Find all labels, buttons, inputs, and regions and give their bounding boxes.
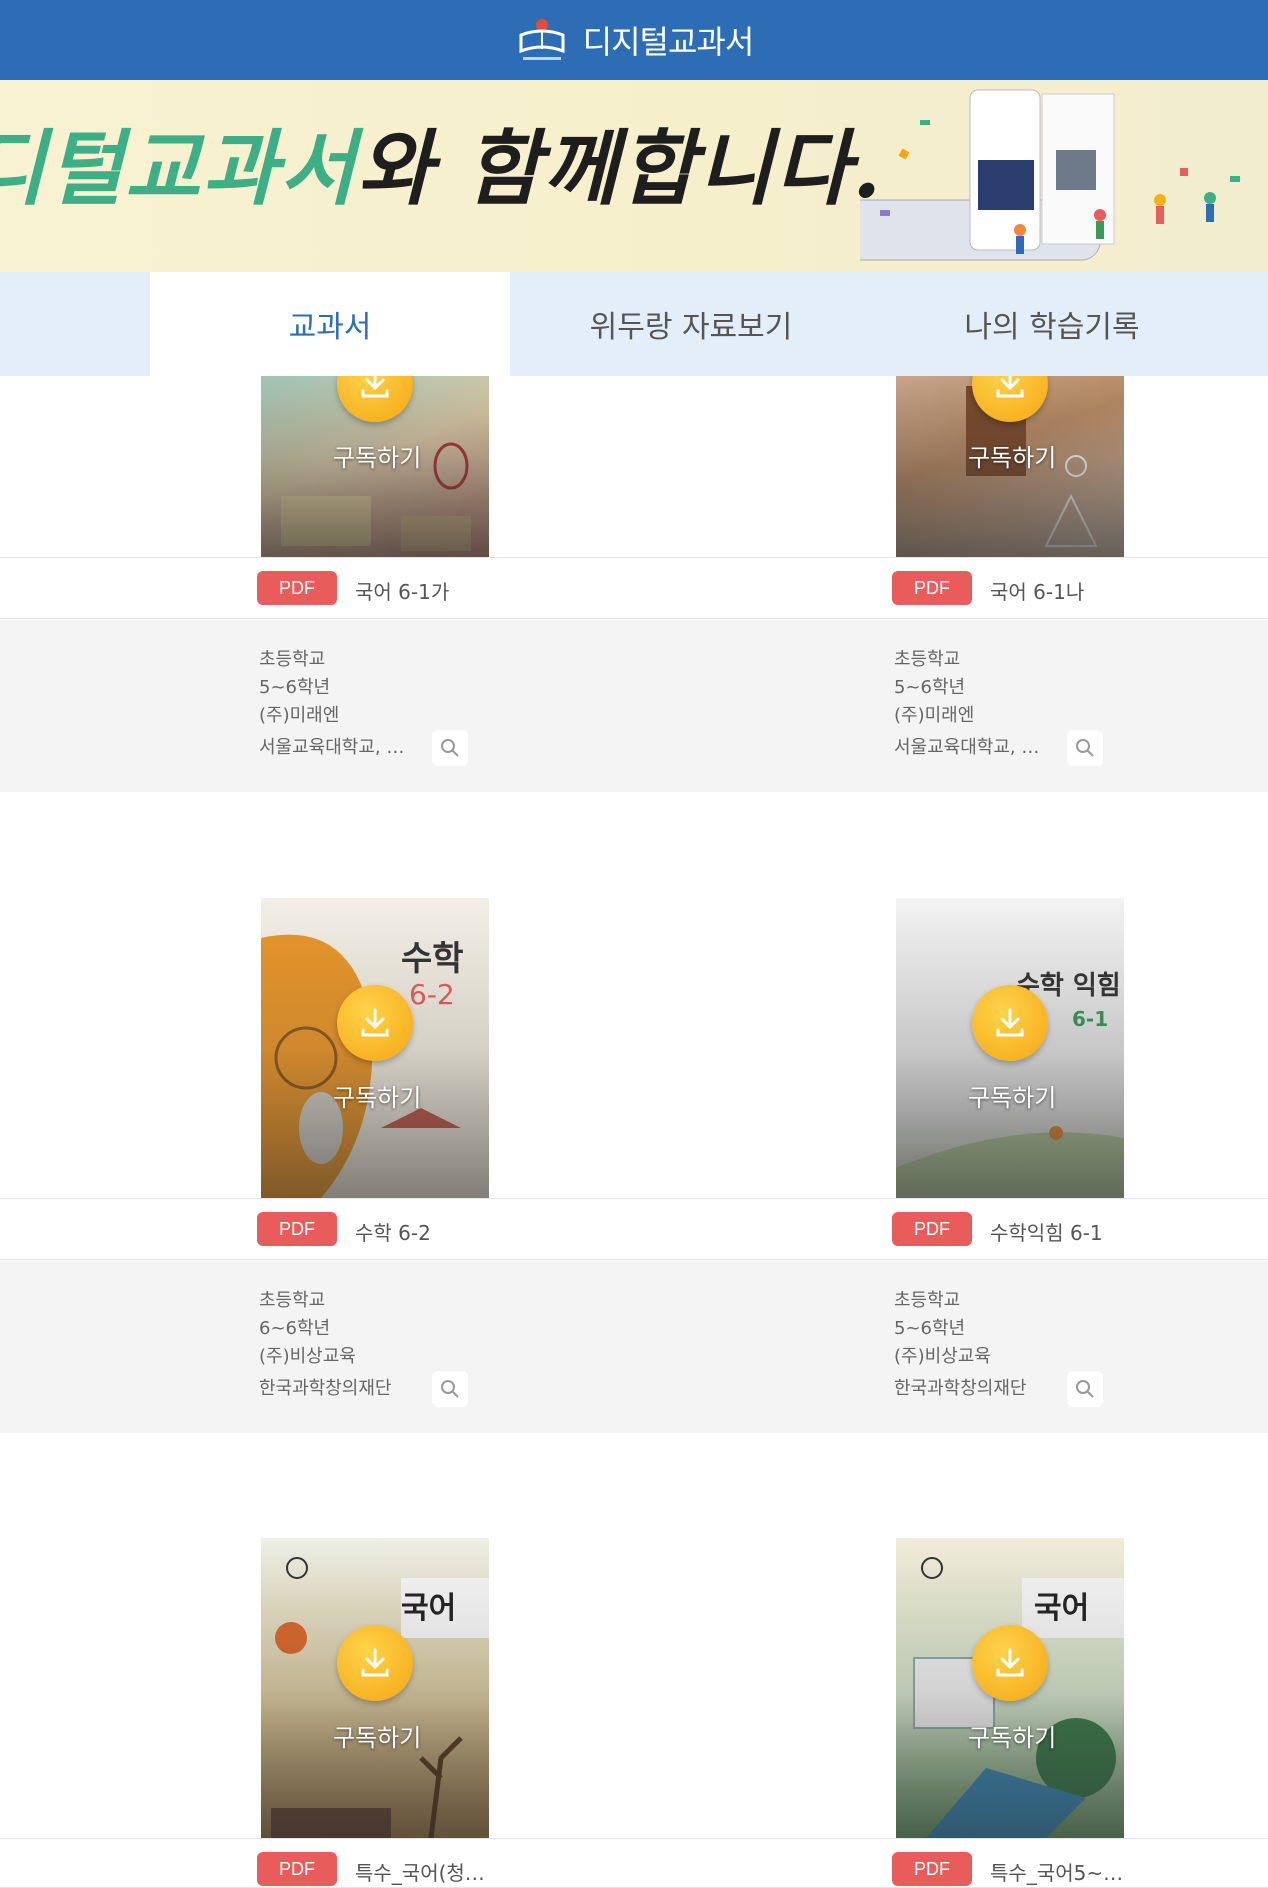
digital-textbook-logo-icon[interactable] — [515, 15, 569, 65]
download-button[interactable] — [972, 1625, 1048, 1701]
search-icon — [1076, 1380, 1094, 1398]
download-icon — [996, 376, 1024, 398]
pdf-badge: PDF — [257, 571, 337, 605]
main-tab-bar: 교과서 위두랑 자료보기 나의 학습기록 — [0, 272, 1268, 376]
book-cover[interactable]: 구독하기 — [896, 376, 1124, 557]
book-cover[interactable]: 구독하기 — [261, 376, 489, 557]
book-info-row — [0, 620, 1268, 792]
preview-search-button[interactable] — [1067, 1371, 1103, 1407]
book-cover[interactable]: 수학 익힘 6-1 구독하기 — [896, 898, 1124, 1198]
book-title[interactable]: 수학 6-2 — [355, 1217, 431, 1246]
pdf-badge: PDF — [257, 1852, 337, 1886]
app-title: 디지털교과서 — [582, 23, 755, 61]
download-icon — [361, 1008, 389, 1037]
subscribe-label[interactable]: 구독하기 — [968, 1718, 1056, 1753]
book-meta: 초등학교 5~6학년 (주)비상교육 한국과학창의재단 — [894, 1290, 1027, 1399]
search-icon — [441, 739, 459, 757]
subscribe-label[interactable]: 구독하기 — [333, 1078, 421, 1113]
book-title[interactable]: 특수_국어(청… — [355, 1857, 485, 1886]
top-header-bar: 디지털교과서 — [0, 0, 1268, 80]
pdf-badge: PDF — [257, 1212, 337, 1246]
subscribe-label[interactable]: 구독하기 — [968, 438, 1056, 473]
book-meta: 초등학교 6~6학년 (주)비상교육 한국과학창의재단 — [259, 1290, 392, 1399]
pdf-badge: PDF — [892, 1852, 972, 1886]
subscribe-label[interactable]: 구독하기 — [968, 1078, 1056, 1113]
download-icon — [361, 1648, 389, 1677]
subscribe-label[interactable]: 구독하기 — [333, 438, 421, 473]
pdf-badge: PDF — [892, 1212, 972, 1246]
download-icon — [996, 1648, 1024, 1677]
download-button[interactable] — [337, 985, 413, 1061]
tablet-kids-illustration-icon — [860, 89, 1240, 261]
download-icon — [361, 376, 389, 398]
book-title[interactable]: 수학익힘 6-1 — [990, 1217, 1103, 1246]
download-button[interactable] — [972, 985, 1048, 1061]
book-meta: 초등학교 5~6학년 (주)미래엔 서울교육대학교, … — [259, 649, 405, 758]
preview-search-button[interactable] — [432, 730, 468, 766]
search-icon — [441, 1380, 459, 1398]
tab-widurang-materials[interactable]: 위두랑 자료보기 — [511, 272, 871, 376]
download-button[interactable] — [337, 1625, 413, 1701]
search-icon — [1076, 739, 1094, 757]
promo-banner[interactable]: 디털교과서와 함께합니다. — [0, 80, 1268, 272]
book-title[interactable]: 특수_국어5~… — [990, 1857, 1123, 1886]
book-cover[interactable]: 국어 구독하기 — [261, 1538, 489, 1838]
preview-search-button[interactable] — [432, 1371, 468, 1407]
pdf-badge: PDF — [892, 571, 972, 605]
book-cover[interactable]: 수학 6-2 구독하기 — [261, 898, 489, 1198]
preview-search-button[interactable] — [1067, 730, 1103, 766]
book-meta: 초등학교 5~6학년 (주)미래엔 서울교육대학교, … — [894, 649, 1040, 758]
book-cover[interactable]: 국어 구독하기 — [896, 1538, 1124, 1838]
tab-my-learning-records[interactable]: 나의 학습기록 — [872, 272, 1232, 376]
book-title[interactable]: 국어 6-1나 — [990, 576, 1084, 605]
book-title[interactable]: 국어 6-1가 — [355, 576, 449, 605]
banner-slogan: 디털교과서와 함께합니다. — [0, 121, 883, 217]
download-icon — [996, 1008, 1024, 1037]
book-info-row — [0, 1261, 1268, 1433]
tab-textbooks[interactable]: 교과서 — [150, 272, 510, 376]
subscribe-label[interactable]: 구독하기 — [333, 1718, 421, 1753]
